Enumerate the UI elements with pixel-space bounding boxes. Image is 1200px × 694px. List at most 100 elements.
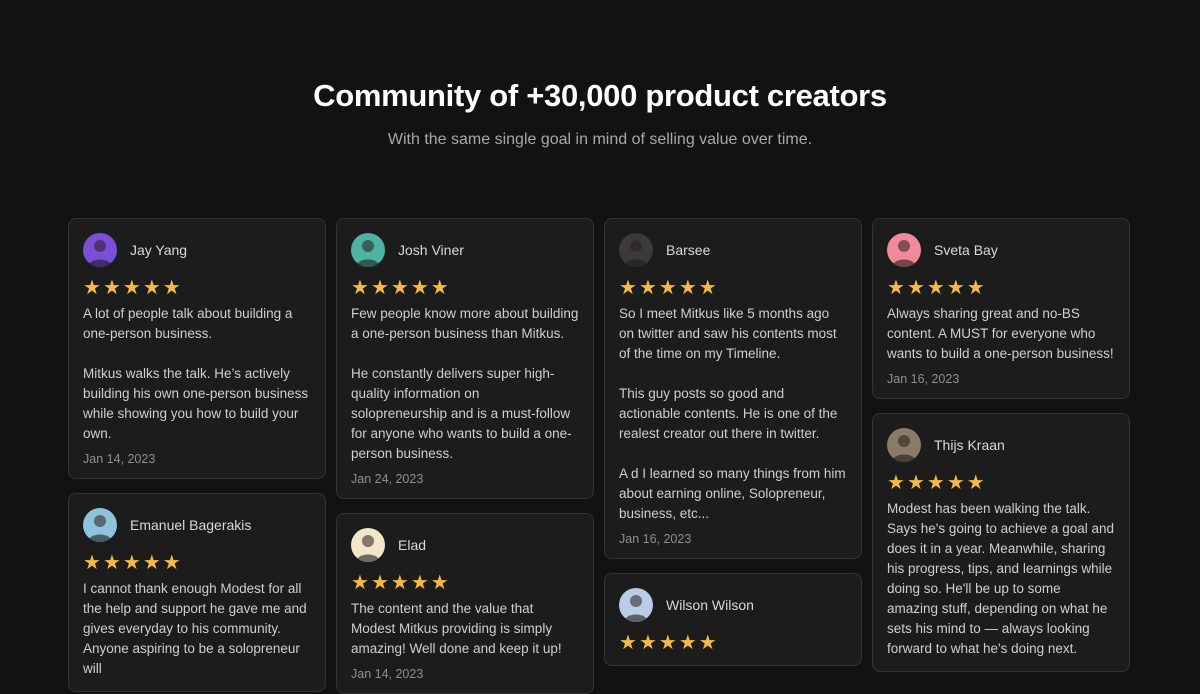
testimonial-card: Elad ★ ★ ★ ★ ★ The content and the value that … [336, 513, 594, 694]
avatar [887, 233, 921, 267]
author-name[interactable]: Barsee [666, 242, 710, 258]
author-name[interactable]: Thijs Kraan [934, 437, 1005, 453]
avatar [619, 588, 653, 622]
star-icon: ★ [926, 470, 945, 494]
star-icon: ★ [698, 275, 717, 299]
testimonial-paragraph: The content and the value that Modest Mi… [351, 601, 562, 656]
star-icon: ★ [926, 275, 945, 299]
star-icon: ★ [142, 550, 161, 574]
testimonial-card: Barsee ★ ★ ★ ★ ★ So I meet Mitkus like 5 month… [604, 218, 862, 559]
testimonial-text: Always sharing great and no-BS content. … [887, 304, 1115, 364]
star-icon: ★ [658, 630, 677, 654]
star-rating: ★ ★ ★ ★ ★ [83, 276, 311, 298]
star-icon: ★ [678, 630, 697, 654]
testimonial-column: Sveta Bay ★ ★ ★ ★ ★ Always sharing great and n… [872, 218, 1130, 672]
star-icon: ★ [162, 275, 181, 299]
card-header: Josh Viner [351, 233, 579, 267]
testimonial-text: A lot of people talk about building a on… [83, 304, 311, 444]
star-icon: ★ [430, 570, 449, 594]
author-name[interactable]: Elad [398, 537, 426, 553]
star-icon: ★ [122, 275, 141, 299]
star-icon: ★ [390, 275, 409, 299]
star-icon: ★ [906, 470, 925, 494]
testimonial-paragraph: A d I learned so many things from him ab… [619, 466, 846, 521]
testimonial-card: Jay Yang ★ ★ ★ ★ ★ A lot of people talk about … [68, 218, 326, 479]
testimonial-paragraph: This guy posts so good and actionable co… [619, 386, 838, 441]
testimonial-column: Barsee ★ ★ ★ ★ ★ So I meet Mitkus like 5 month… [604, 218, 862, 666]
testimonial-date: Jan 16, 2023 [887, 372, 960, 386]
testimonial-column: Jay Yang ★ ★ ★ ★ ★ A lot of people talk about … [68, 218, 326, 692]
star-icon: ★ [946, 470, 965, 494]
person-icon [356, 240, 380, 267]
testimonial-column: Josh Viner ★ ★ ★ ★ ★ Few people know more abou… [336, 218, 594, 694]
card-header: Emanuel Bagerakis [83, 508, 311, 542]
author-name[interactable]: Sveta Bay [934, 242, 998, 258]
testimonial-text: So I meet Mitkus like 5 months ago on tw… [619, 304, 847, 524]
testimonial-date: Jan 24, 2023 [351, 472, 424, 486]
testimonial-card: Wilson Wilson ★ ★ ★ ★ ★ [604, 573, 862, 666]
card-header: Barsee [619, 233, 847, 267]
testimonial-paragraph: Few people know more about building a on… [351, 306, 579, 341]
star-icon: ★ [638, 275, 657, 299]
person-icon [892, 240, 916, 267]
testimonial-date: Jan 14, 2023 [351, 667, 424, 681]
testimonial-text: Modest has been walking the talk. Says h… [887, 499, 1115, 659]
star-icon: ★ [142, 275, 161, 299]
star-icon: ★ [122, 550, 141, 574]
testimonial-date: Jan 16, 2023 [619, 532, 692, 546]
person-icon [88, 240, 112, 267]
star-icon: ★ [410, 570, 429, 594]
star-icon: ★ [410, 275, 429, 299]
star-icon: ★ [906, 275, 925, 299]
star-icon: ★ [390, 570, 409, 594]
star-icon: ★ [102, 550, 121, 574]
star-icon: ★ [619, 630, 637, 654]
star-icon: ★ [678, 275, 697, 299]
avatar [351, 528, 385, 562]
star-icon: ★ [370, 570, 389, 594]
star-icon: ★ [351, 570, 369, 594]
star-rating: ★ ★ ★ ★ ★ [351, 571, 579, 593]
card-header: Wilson Wilson [619, 588, 847, 622]
star-icon: ★ [887, 470, 905, 494]
testimonial-card: Sveta Bay ★ ★ ★ ★ ★ Always sharing great and n… [872, 218, 1130, 399]
card-header: Thijs Kraan [887, 428, 1115, 462]
star-icon: ★ [658, 275, 677, 299]
star-icon: ★ [619, 275, 637, 299]
avatar [619, 233, 653, 267]
testimonial-paragraph: A lot of people talk about building a on… [83, 306, 293, 341]
testimonials-section: Community of +30,000 product creators Wi… [0, 0, 1200, 694]
star-icon: ★ [887, 275, 905, 299]
card-header: Elad [351, 528, 579, 562]
star-icon: ★ [102, 275, 121, 299]
author-name[interactable]: Jay Yang [130, 242, 187, 258]
star-icon: ★ [430, 275, 449, 299]
star-icon: ★ [351, 275, 369, 299]
section-subtitle: With the same single goal in mind of sel… [387, 131, 813, 148]
star-icon: ★ [946, 275, 965, 299]
testimonial-text: I cannot thank enough Modest for all the… [83, 579, 311, 679]
person-icon [356, 535, 380, 562]
testimonial-card: Emanuel Bagerakis ★ ★ ★ ★ ★ I cannot thank eno… [68, 493, 326, 692]
avatar [351, 233, 385, 267]
testimonial-grid: Jay Yang ★ ★ ★ ★ ★ A lot of people talk about … [68, 218, 1132, 694]
star-icon: ★ [83, 275, 101, 299]
testimonial-paragraph: Mitkus walks the talk. He’s actively bui… [83, 366, 309, 441]
testimonial-card: Thijs Kraan ★ ★ ★ ★ ★ Modest has been walking … [872, 413, 1130, 672]
author-name[interactable]: Emanuel Bagerakis [130, 517, 251, 533]
author-name[interactable]: Wilson Wilson [666, 597, 754, 613]
star-icon: ★ [162, 550, 181, 574]
star-icon: ★ [370, 275, 389, 299]
person-icon [88, 515, 112, 542]
testimonial-paragraph: He constantly delivers super high-qualit… [351, 366, 572, 461]
star-icon: ★ [83, 550, 101, 574]
star-icon: ★ [966, 275, 985, 299]
star-icon: ★ [966, 470, 985, 494]
testimonial-paragraph: I cannot thank enough Modest for all the… [83, 581, 307, 676]
testimonial-paragraph: So I meet Mitkus like 5 months ago on tw… [619, 306, 837, 361]
author-name[interactable]: Josh Viner [398, 242, 464, 258]
person-icon [624, 240, 648, 267]
testimonial-paragraph: Always sharing great and no-BS content. … [887, 306, 1114, 361]
star-icon: ★ [638, 630, 657, 654]
avatar [887, 428, 921, 462]
